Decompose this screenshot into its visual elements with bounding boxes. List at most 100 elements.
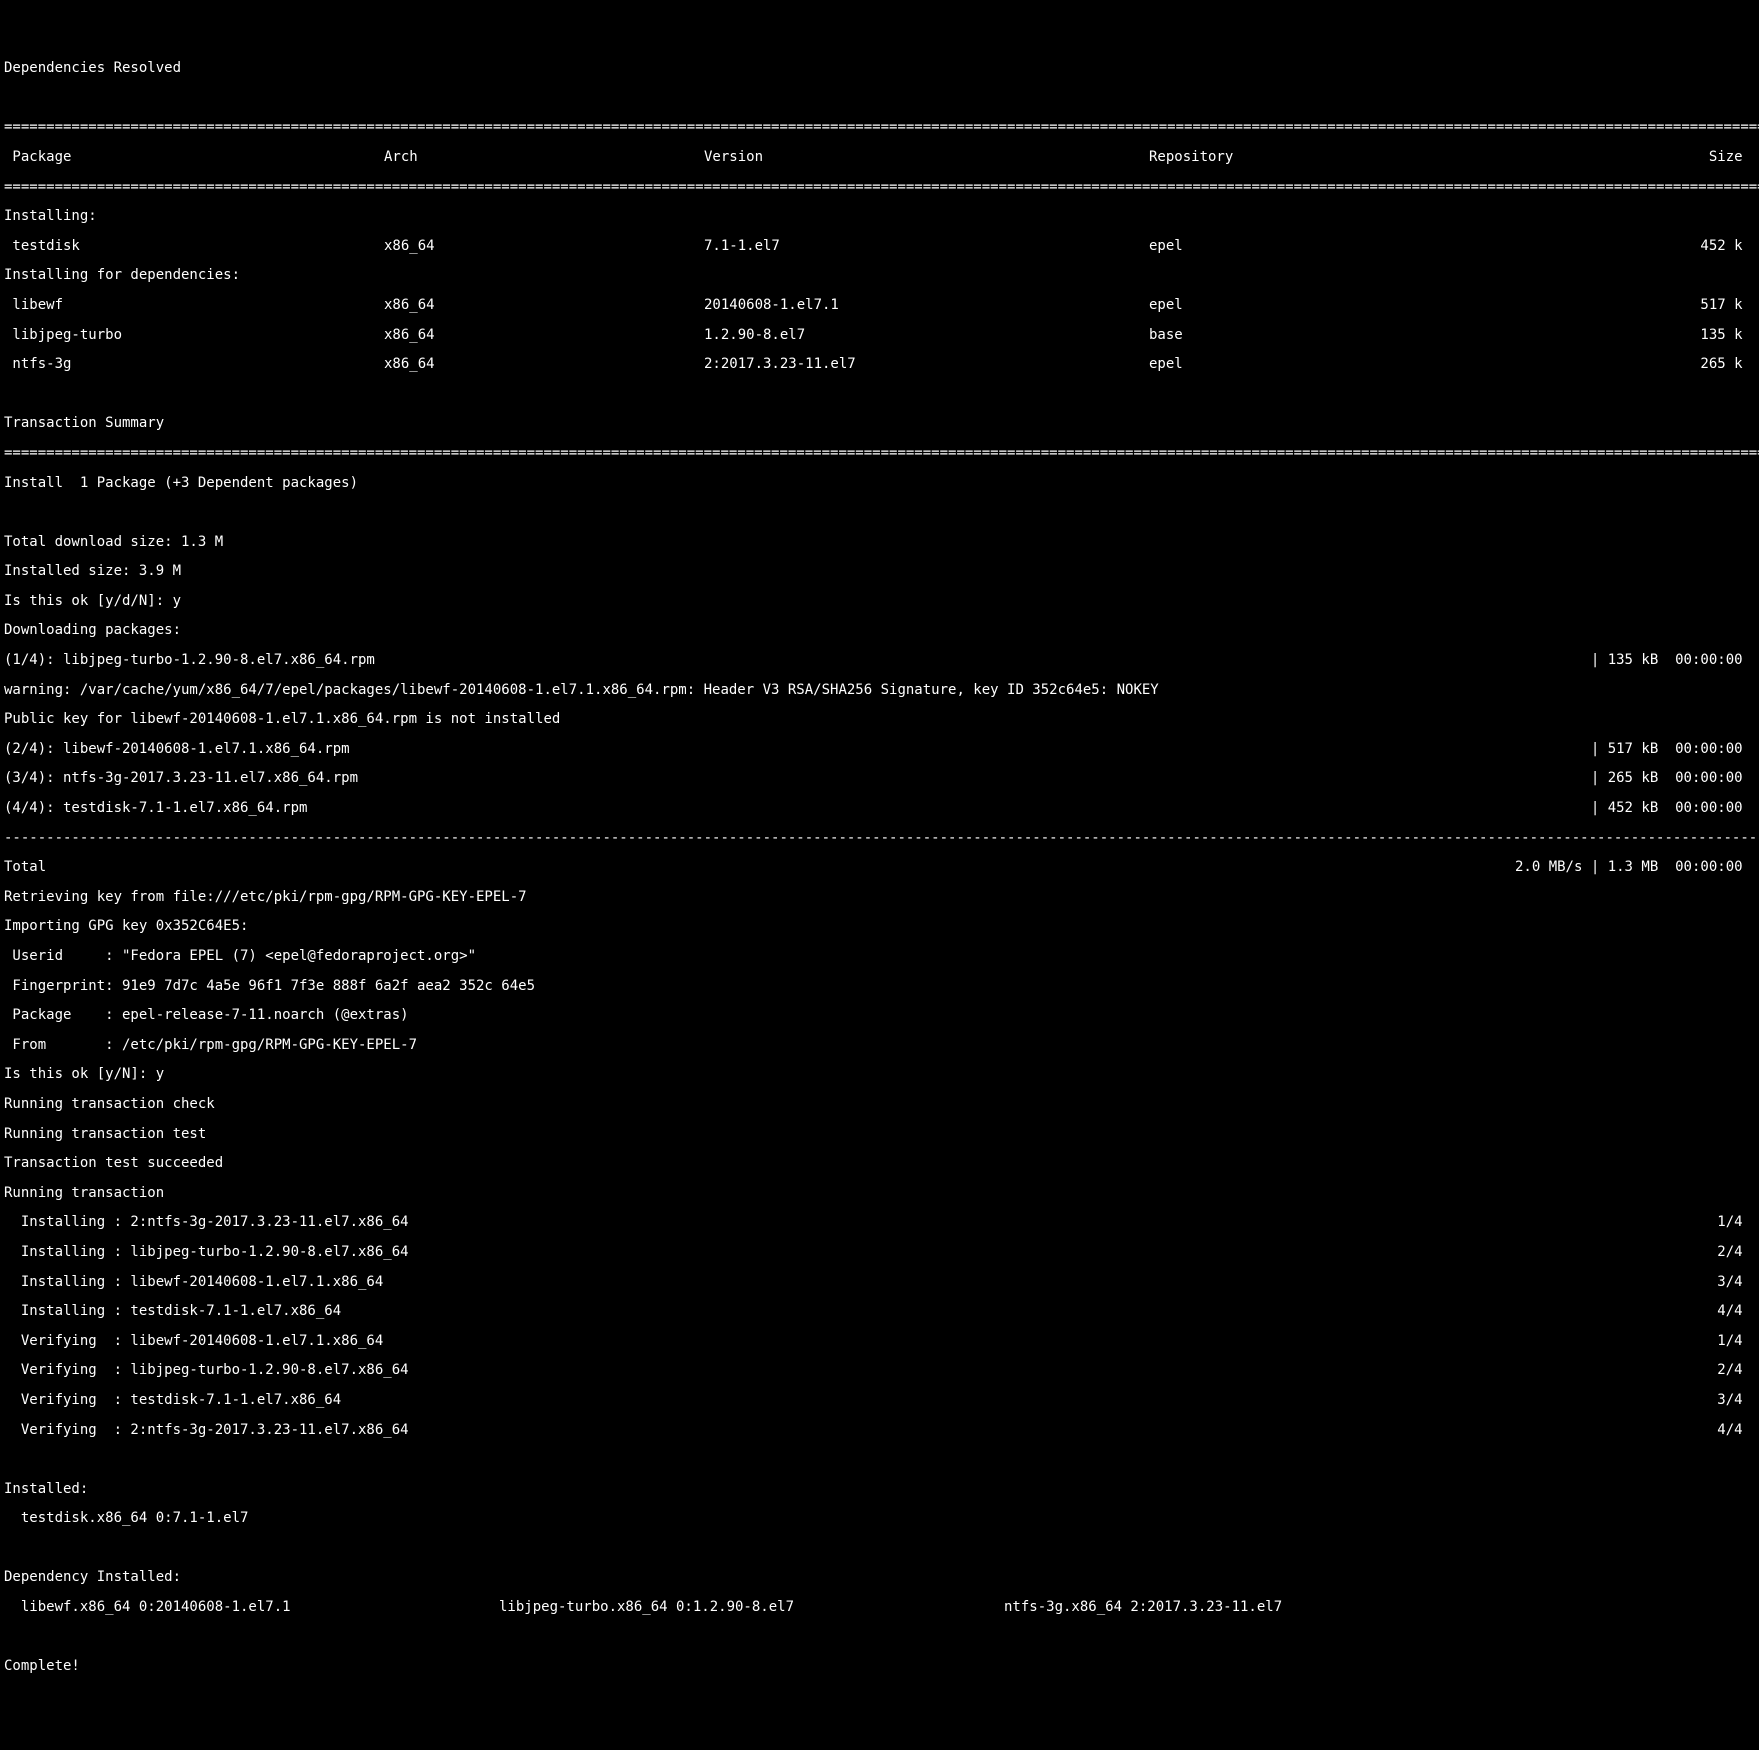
cell-repo: epel	[1149, 239, 1434, 254]
cell-version: 7.1-1.el7	[704, 239, 1149, 254]
dep-pkg: ntfs-3g.x86_64 2:2017.3.23-11.el7	[1004, 1600, 1755, 1615]
blank-line	[4, 505, 1755, 520]
cell-version: 20140608-1.el7.1	[704, 298, 1149, 313]
installed-label: Installed:	[4, 1482, 1755, 1497]
cell-version: 2:2017.3.23-11.el7	[704, 357, 1149, 372]
total-row: Total 2.0 MB/s | 1.3 MB 00:00:00	[4, 860, 1755, 875]
col-repository: Repository	[1149, 150, 1434, 165]
progress-row: Installing : libjpeg-turbo-1.2.90-8.el7.…	[4, 1245, 1755, 1260]
cell-arch: x86_64	[384, 298, 704, 313]
col-arch: Arch	[384, 150, 704, 165]
table-row: libjpeg-turbo x86_64 1.2.90-8.el7 base 1…	[4, 328, 1755, 343]
cell-size: 265 k	[1434, 357, 1755, 372]
rule-equals: ========================================…	[4, 446, 1755, 461]
test-succeeded: Transaction test succeeded	[4, 1156, 1755, 1171]
dl-size: | 135 kB 00:00:00	[1591, 653, 1755, 668]
progress-row: Installing : 2:ntfs-3g-2017.3.23-11.el7.…	[4, 1215, 1755, 1230]
cell-size: 135 k	[1434, 328, 1755, 343]
progress-count: 1/4	[1717, 1215, 1755, 1230]
cell-repo: epel	[1149, 298, 1434, 313]
confirm-prompt: Is this ok [y/N]: y	[4, 1067, 1755, 1082]
cell-repo: base	[1149, 328, 1434, 343]
progress-text: Installing : testdisk-7.1-1.el7.x86_64	[4, 1304, 1717, 1319]
run-test: Running transaction test	[4, 1127, 1755, 1142]
progress-text: Installing : 2:ntfs-3g-2017.3.23-11.el7.…	[4, 1215, 1717, 1230]
blank-line	[4, 387, 1755, 402]
installing-deps-label: Installing for dependencies:	[4, 268, 1755, 283]
dl-file: (3/4): ntfs-3g-2017.3.23-11.el7.x86_64.r…	[4, 771, 1591, 786]
dep-pkg: libjpeg-turbo.x86_64 0:1.2.90-8.el7	[499, 1600, 1004, 1615]
progress-count: 2/4	[1717, 1363, 1755, 1378]
dl-file: (4/4): testdisk-7.1-1.el7.x86_64.rpm	[4, 801, 1591, 816]
download-row: (2/4): libewf-20140608-1.el7.1.x86_64.rp…	[4, 742, 1755, 757]
progress-count: 3/4	[1717, 1275, 1755, 1290]
progress-row: Verifying : testdisk-7.1-1.el7.x86_643/4	[4, 1393, 1755, 1408]
gpg-fingerprint: Fingerprint: 91e9 7d7c 4a5e 96f1 7f3e 88…	[4, 979, 1755, 994]
run-txn: Running transaction	[4, 1186, 1755, 1201]
total-right: 2.0 MB/s | 1.3 MB 00:00:00	[1515, 860, 1755, 875]
install-summary: Install 1 Package (+3 Dependent packages…	[4, 476, 1755, 491]
table-row: ntfs-3g x86_64 2:2017.3.23-11.el7 epel 2…	[4, 357, 1755, 372]
gpg-warning: warning: /var/cache/yum/x86_64/7/epel/pa…	[4, 683, 1755, 698]
cell-package: testdisk	[4, 239, 384, 254]
total-download: Total download size: 1.3 M	[4, 535, 1755, 550]
progress-count: 3/4	[1717, 1393, 1755, 1408]
installed-pkg: testdisk.x86_64 0:7.1-1.el7	[4, 1511, 1755, 1526]
col-package: Package	[4, 150, 384, 165]
table-row: testdisk x86_64 7.1-1.el7 epel 452 k	[4, 239, 1755, 254]
col-version: Version	[704, 150, 1149, 165]
cell-version: 1.2.90-8.el7	[704, 328, 1149, 343]
table-header-row: Package Arch Version Repository Size	[4, 150, 1755, 165]
dl-size: | 452 kB 00:00:00	[1591, 801, 1755, 816]
progress-row: Installing : testdisk-7.1-1.el7.x86_644/…	[4, 1304, 1755, 1319]
progress-count: 2/4	[1717, 1245, 1755, 1260]
progress-text: Installing : libjpeg-turbo-1.2.90-8.el7.…	[4, 1245, 1717, 1260]
table-row: libewf x86_64 20140608-1.el7.1 epel 517 …	[4, 298, 1755, 313]
cell-package: ntfs-3g	[4, 357, 384, 372]
rule-equals: ========================================…	[4, 120, 1755, 135]
cell-repo: epel	[1149, 357, 1434, 372]
gpg-from: From : /etc/pki/rpm-gpg/RPM-GPG-KEY-EPEL…	[4, 1038, 1755, 1053]
run-check: Running transaction check	[4, 1097, 1755, 1112]
cell-package: libewf	[4, 298, 384, 313]
importing-key: Importing GPG key 0x352C64E5:	[4, 919, 1755, 934]
blank-line	[4, 1541, 1755, 1556]
col-size: Size	[1434, 150, 1755, 165]
gpg-package: Package : epel-release-7-11.noarch (@ext…	[4, 1008, 1755, 1023]
cell-size: 517 k	[1434, 298, 1755, 313]
dl-size: | 517 kB 00:00:00	[1591, 742, 1755, 757]
pubkey-warning: Public key for libewf-20140608-1.el7.1.x…	[4, 712, 1755, 727]
total-left: Total	[4, 860, 1515, 875]
progress-text: Verifying : libewf-20140608-1.el7.1.x86_…	[4, 1334, 1717, 1349]
gpg-userid: Userid : "Fedora EPEL (7) <epel@fedorapr…	[4, 949, 1755, 964]
dep-installed-row: libewf.x86_64 0:20140608-1.el7.1 libjpeg…	[4, 1600, 1755, 1615]
blank-line	[4, 91, 1755, 106]
rule-dashes: ----------------------------------------…	[4, 831, 1755, 846]
retrieve-key: Retrieving key from file:///etc/pki/rpm-…	[4, 890, 1755, 905]
cell-arch: x86_64	[384, 239, 704, 254]
blank-line	[4, 1452, 1755, 1467]
progress-text: Installing : libewf-20140608-1.el7.1.x86…	[4, 1275, 1717, 1290]
progress-text: Verifying : testdisk-7.1-1.el7.x86_64	[4, 1393, 1717, 1408]
cell-arch: x86_64	[384, 357, 704, 372]
dl-size: | 265 kB 00:00:00	[1591, 771, 1755, 786]
dl-file: (2/4): libewf-20140608-1.el7.1.x86_64.rp…	[4, 742, 1591, 757]
dep-pkg: libewf.x86_64 0:20140608-1.el7.1	[4, 1600, 499, 1615]
progress-text: Verifying : libjpeg-turbo-1.2.90-8.el7.x…	[4, 1363, 1717, 1378]
cell-size: 452 k	[1434, 239, 1755, 254]
download-row: (1/4): libjpeg-turbo-1.2.90-8.el7.x86_64…	[4, 653, 1755, 668]
terminal-output: Dependencies Resolved ==================…	[4, 46, 1755, 1688]
installing-label: Installing:	[4, 209, 1755, 224]
download-row: (3/4): ntfs-3g-2017.3.23-11.el7.x86_64.r…	[4, 771, 1755, 786]
progress-row: Installing : libewf-20140608-1.el7.1.x86…	[4, 1275, 1755, 1290]
txn-summary-label: Transaction Summary	[4, 416, 1755, 431]
progress-count: 4/4	[1717, 1304, 1755, 1319]
blank-line	[4, 1630, 1755, 1645]
cell-package: libjpeg-turbo	[4, 328, 384, 343]
progress-row: Verifying : libjpeg-turbo-1.2.90-8.el7.x…	[4, 1363, 1755, 1378]
dep-installed-label: Dependency Installed:	[4, 1570, 1755, 1585]
progress-text: Verifying : 2:ntfs-3g-2017.3.23-11.el7.x…	[4, 1423, 1717, 1438]
complete: Complete!	[4, 1659, 1755, 1674]
dl-file: (1/4): libjpeg-turbo-1.2.90-8.el7.x86_64…	[4, 653, 1591, 668]
download-row: (4/4): testdisk-7.1-1.el7.x86_64.rpm | 4…	[4, 801, 1755, 816]
